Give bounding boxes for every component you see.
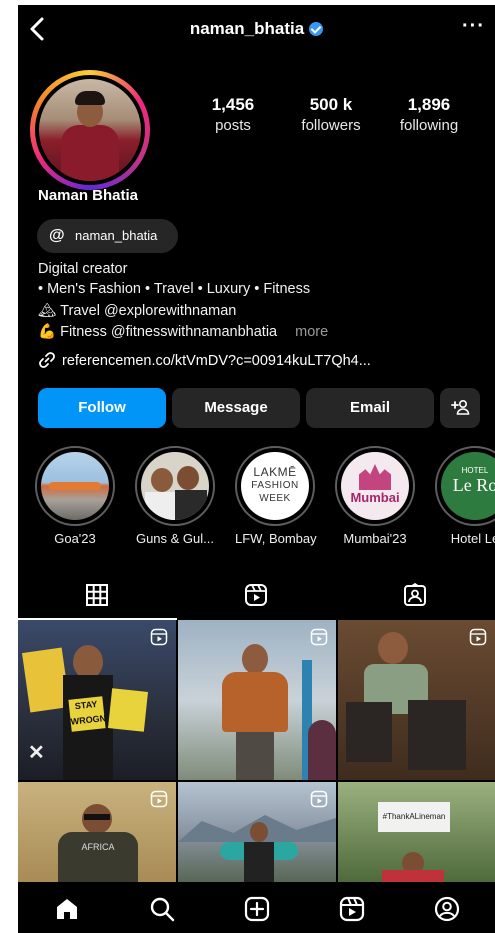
stat-value: 1,456 — [211, 95, 255, 114]
follow-button[interactable]: Follow — [38, 388, 166, 428]
reel-indicator-icon — [310, 628, 328, 646]
bio-link[interactable]: referencemen.co/ktVmDV?c=00914kuLT7Qh4..… — [38, 351, 371, 369]
grid-icon — [86, 584, 108, 606]
stat-label: following — [399, 117, 459, 134]
hotel-art-text: Le Ro — [452, 475, 495, 495]
profile-username: naman_bhatia — [18, 19, 495, 39]
lfw-art-text: FASHION — [251, 480, 299, 491]
post-sign-text: WROGN — [70, 713, 107, 727]
highlight-label: Guns & Gul... — [135, 531, 215, 546]
stat-label: posts — [215, 117, 251, 134]
display-name: Naman Bhatia — [38, 187, 139, 204]
reels-icon — [245, 584, 267, 606]
mumbai-art-text: Mumbai — [350, 490, 400, 505]
stat-value: 1,896 — [407, 95, 451, 114]
reel-indicator-icon — [310, 790, 328, 808]
bottom-navigation — [18, 882, 495, 933]
avatar-story-ring[interactable] — [30, 70, 150, 190]
posts-count[interactable]: 1,456 posts — [193, 95, 273, 134]
profile-tabs — [18, 570, 495, 620]
avatar — [39, 79, 141, 181]
home-icon[interactable] — [54, 896, 80, 922]
stat-label: followers — [301, 117, 361, 134]
email-button[interactable]: Email — [306, 388, 434, 428]
grid-post[interactable]: #ThankALineman — [338, 782, 495, 882]
lfw-art-text: LAKMĒ — [253, 465, 297, 479]
bio-category: Digital creator — [38, 261, 128, 277]
tab-posts-grid[interactable] — [18, 570, 177, 620]
highlight-goa[interactable]: Goa'23 — [35, 446, 115, 546]
stat-value: 500 k — [309, 95, 353, 114]
bio-line: 🏔 Travel @explorewithnaman — [38, 303, 237, 319]
highlight-label: Hotel Le — [450, 531, 495, 546]
highlight-mumbai[interactable]: Mumbai Mumbai'23 — [335, 446, 415, 546]
reels-nav-icon[interactable] — [339, 896, 365, 922]
highlight-label: Mumbai'23 — [343, 531, 407, 546]
reel-indicator-icon — [150, 790, 168, 808]
threads-icon: @ — [49, 227, 65, 244]
profile-nav-icon[interactable] — [434, 896, 460, 922]
create-post-icon[interactable] — [244, 896, 270, 922]
grid-post[interactable] — [178, 782, 336, 882]
add-user-icon — [451, 400, 470, 415]
reel-indicator-icon — [469, 628, 487, 646]
search-icon[interactable] — [149, 896, 175, 922]
grid-post[interactable]: AFRICA — [18, 782, 176, 882]
profile-screen: naman_bhatia ··· 1,456 posts 500 k follo… — [18, 5, 495, 933]
grid-post[interactable]: STAY WROGN ✕ — [18, 620, 176, 780]
highlight-label: LFW, Bombay — [235, 531, 317, 546]
more-options-icon[interactable]: ··· — [462, 15, 485, 38]
highlight-label: Goa'23 — [54, 531, 96, 546]
hotel-art-text: HOTEL — [461, 466, 489, 475]
suggest-users-button[interactable] — [440, 388, 480, 428]
tab-tagged[interactable] — [336, 570, 495, 620]
bio-line: • Men's Fashion • Travel • Luxury • Fitn… — [38, 281, 311, 297]
bio-more-link[interactable]: more — [295, 324, 328, 340]
lfw-art-text: WEEK — [259, 493, 291, 504]
bio-line-with-more: 💪 Fitness @fitnesswithnamanbhatia more — [38, 323, 328, 340]
verified-badge-icon — [309, 22, 324, 36]
reel-indicator-icon — [150, 628, 168, 646]
link-icon — [38, 351, 56, 369]
post-sign-text: #ThankALineman — [378, 802, 450, 832]
following-count[interactable]: 1,896 following — [388, 95, 470, 134]
message-button[interactable]: Message — [172, 388, 300, 428]
grid-post[interactable] — [178, 620, 336, 780]
followers-count[interactable]: 500 k followers — [291, 95, 371, 134]
highlight-hotel[interactable]: HOTEL Le Ro Hotel Le — [435, 446, 495, 546]
tagged-icon — [404, 583, 426, 606]
highlight-guns-gul[interactable]: Guns & Gul... — [135, 446, 215, 546]
highlight-lfw[interactable]: LAKMĒ FASHION WEEK LFW, Bombay — [235, 446, 317, 546]
posts-grid: STAY WROGN ✕ AFRICA #ThankALineman — [18, 620, 495, 882]
bio-link-text: referencemen.co/ktVmDV?c=00914kuLT7Qh4..… — [62, 353, 371, 369]
threads-badge[interactable]: @ naman_bhatia — [37, 219, 178, 253]
threads-handle: naman_bhatia — [75, 228, 158, 243]
tab-reels[interactable] — [177, 570, 336, 620]
grid-post[interactable] — [338, 620, 495, 780]
bio-line: 💪 Fitness @fitnesswithnamanbhatia — [38, 324, 278, 340]
post-shirt-text: AFRICA — [58, 832, 138, 882]
